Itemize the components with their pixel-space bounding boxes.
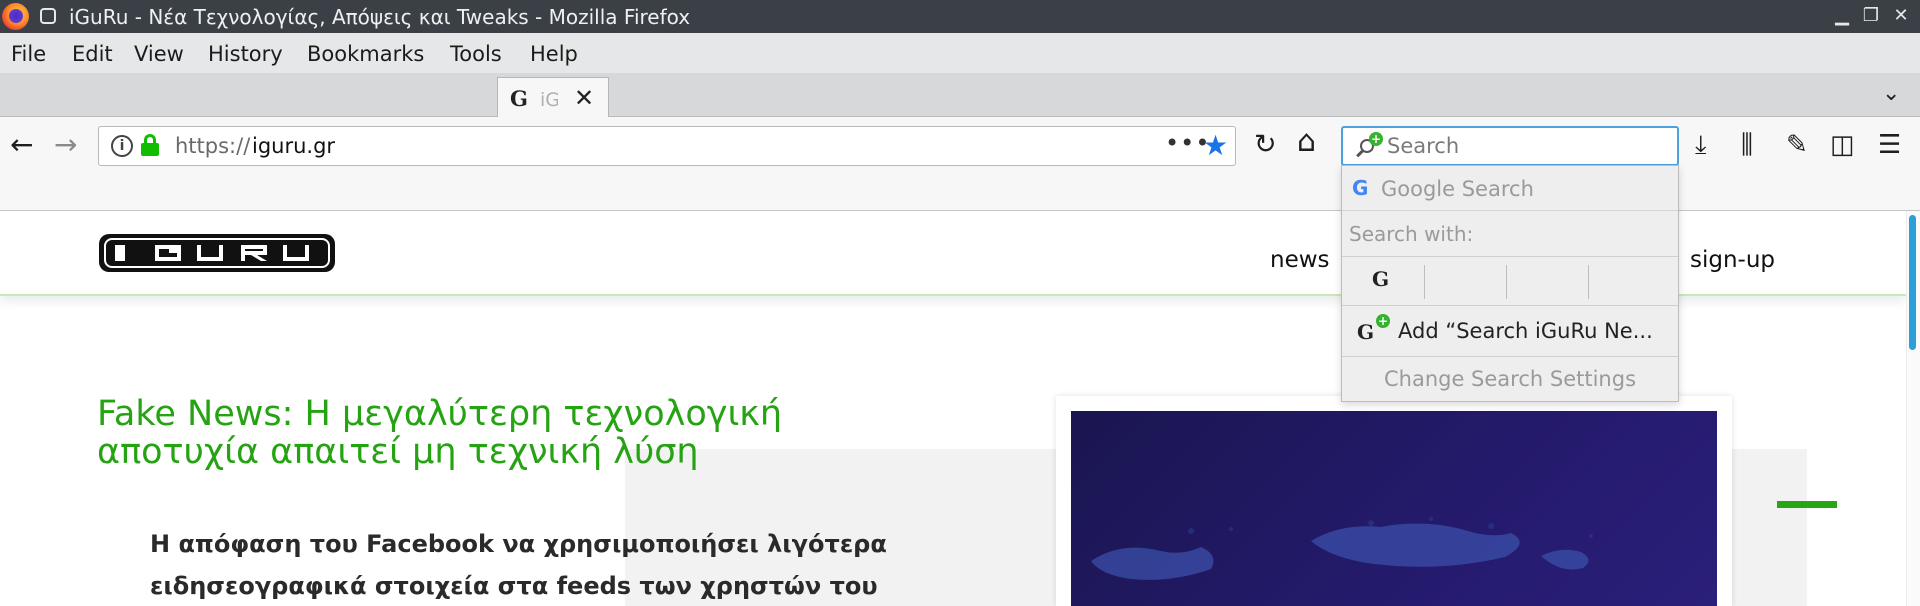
menu-edit[interactable]: Edit [72, 42, 113, 66]
menu-help[interactable]: Help [530, 42, 578, 66]
add-engine-indicator-icon: + [1369, 132, 1383, 146]
menu-bar: File Edit View History Bookmarks Tools H… [0, 33, 1920, 73]
article-excerpt: Η απόφαση του Facebook να χρησιμοποιήσει… [150, 530, 887, 600]
downloads-icon[interactable]: ⤓ [1695, 131, 1707, 159]
search-icon[interactable]: + [1355, 132, 1383, 158]
scrollbar-thumb[interactable] [1909, 215, 1916, 350]
one-off-engines-row: G [1342, 256, 1678, 306]
url-host: iguru.gr [252, 134, 336, 158]
iguru-favicon-icon: G [510, 86, 528, 111]
world-map-graphic [1091, 517, 1593, 580]
reload-icon[interactable]: ↻ [1254, 131, 1277, 159]
engine-button-iguru[interactable]: G [1342, 257, 1424, 305]
add-engine-label: Add “Search iGuRu Ne... [1398, 319, 1653, 343]
title-bar: iGuRu - Νέα Τεχνολογίας, Απόψεις και Twe… [0, 0, 1920, 33]
tab-close-icon[interactable]: ✕ [574, 84, 594, 112]
iguru-logo[interactable] [97, 228, 337, 278]
minimize-icon[interactable]: ▁ [1830, 4, 1854, 28]
forward-icon[interactable]: → [54, 131, 77, 159]
green-accent-dash [1777, 501, 1837, 508]
menu-tools[interactable]: Tools [450, 42, 502, 66]
lock-icon[interactable] [141, 134, 159, 156]
article-image[interactable] [1071, 411, 1717, 606]
back-icon[interactable]: ← [10, 131, 33, 159]
tab-strip: G iGuRu ✕ ⌄ [0, 73, 1920, 118]
menu-history[interactable]: History [208, 42, 283, 66]
hamburger-menu-icon[interactable]: ☰ [1878, 131, 1901, 159]
add-search-engine-item[interactable]: G + Add “Search iGuRu Ne... [1342, 307, 1678, 357]
firefox-window: iGuRu - Νέα Τεχνολογίας, Απόψεις και Twe… [0, 0, 1920, 606]
eyedropper-icon[interactable]: ✎ [1786, 131, 1808, 159]
home-icon[interactable]: ⌂ [1297, 127, 1316, 157]
tab-iguru[interactable]: G iGuRu ✕ [497, 77, 609, 118]
bookmark-star-icon[interactable]: ★ [1203, 129, 1228, 162]
add-plus-icon: + [1376, 314, 1390, 328]
firefox-logo-icon [2, 3, 29, 30]
engine-button-empty-1[interactable] [1425, 257, 1507, 305]
google-search-label: Google Search [1381, 177, 1534, 201]
search-bar[interactable]: + [1341, 126, 1679, 166]
change-search-settings-button[interactable]: Change Search Settings [1342, 357, 1678, 401]
site-nav-news[interactable]: news [1270, 247, 1330, 273]
search-suggestions-dropdown: G Google Search Search with: G G + Add “… [1341, 165, 1679, 402]
site-info-icon[interactable]: i [111, 135, 133, 157]
menu-view[interactable]: View [134, 42, 184, 66]
iguru-engine-icon: G [1372, 267, 1390, 291]
menu-bookmarks[interactable]: Bookmarks [307, 42, 424, 66]
search-input[interactable] [1387, 132, 1667, 160]
close-window-icon[interactable]: ✕ [1889, 4, 1913, 28]
menu-file[interactable]: File [11, 42, 46, 66]
engine-button-empty-2[interactable] [1507, 257, 1589, 305]
url-bar[interactable]: i https:// iguru.gr ••• ★ [98, 126, 1236, 166]
list-all-tabs-icon[interactable]: ⌄ [1882, 81, 1900, 106]
article-image-card[interactable] [1056, 396, 1732, 606]
google-icon: G [1352, 176, 1369, 200]
url-scheme: https:// [175, 134, 251, 158]
sidebar-icon[interactable]: ◫ [1830, 131, 1855, 159]
window-menu-icon[interactable] [40, 8, 56, 24]
iguru-add-icon: G [1357, 320, 1375, 344]
window-title: iGuRu - Νέα Τεχνολογίας, Απόψεις και Twe… [69, 5, 691, 29]
google-search-item[interactable]: G Google Search [1342, 166, 1678, 211]
site-nav-signup[interactable]: sign-up [1690, 247, 1775, 273]
library-icon[interactable]: ⫼ [1741, 131, 1753, 159]
maximize-icon[interactable]: ❐ [1859, 4, 1883, 28]
article-headline[interactable]: Fake News: Η μεγαλύτερη τεχνολογική αποτ… [97, 395, 857, 471]
tab-label: iGuRu [540, 89, 558, 111]
search-with-label: Search with: [1349, 222, 1474, 246]
engine-button-empty-3[interactable] [1589, 257, 1671, 305]
